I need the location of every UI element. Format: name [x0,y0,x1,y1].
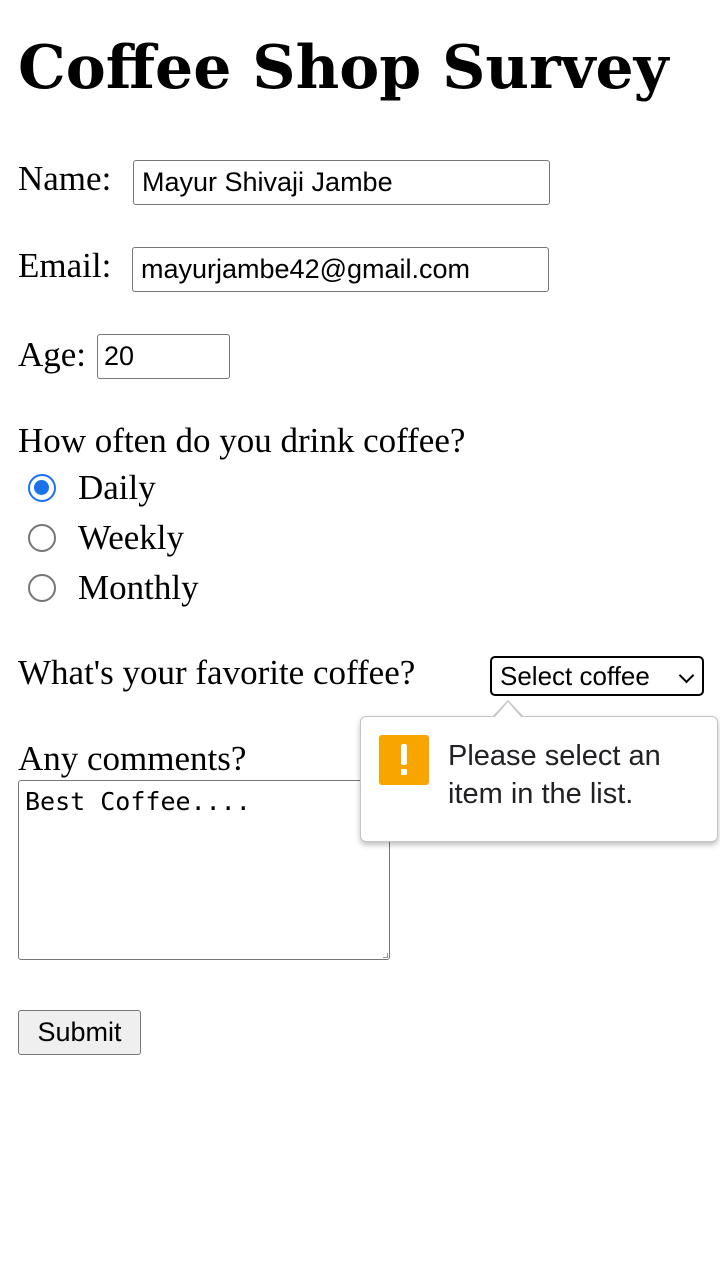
radio-label-monthly: Monthly [78,568,199,607]
radio-option-monthly[interactable]: Monthly [28,566,199,610]
radio-option-weekly[interactable]: Weekly [28,516,184,560]
age-input[interactable] [97,334,230,379]
radio-option-daily[interactable]: Daily [28,466,156,510]
resize-grip-icon[interactable] [383,953,388,958]
coffee-select-value: Select coffee [500,660,650,691]
favorite-question: What's your favorite coffee? [18,653,416,692]
radio-label-weekly: Weekly [78,518,185,557]
radio-monthly[interactable] [28,574,56,602]
warning-icon [379,735,429,785]
page-title: Coffee Shop Survey [18,33,669,103]
comments-textarea[interactable]: Best Coffee.... [18,780,390,960]
email-label: Email: [18,246,112,285]
chevron-down-icon [678,667,695,684]
validation-message: Please select an item in the list. [448,740,661,810]
radio-daily[interactable] [28,474,56,502]
coffee-select[interactable]: Select coffee [490,656,704,696]
radio-weekly[interactable] [28,524,56,552]
name-input[interactable] [133,160,550,205]
age-label: Age: [18,335,87,374]
comments-label: Any comments? [18,739,247,778]
radio-label-daily: Daily [78,468,156,507]
name-label: Name: [18,159,112,198]
email-input[interactable] [132,247,549,292]
submit-button[interactable]: Submit [18,1010,141,1055]
validation-tooltip: Please select an item in the list. [360,716,718,842]
frequency-question: How often do you drink coffee? [18,421,466,460]
